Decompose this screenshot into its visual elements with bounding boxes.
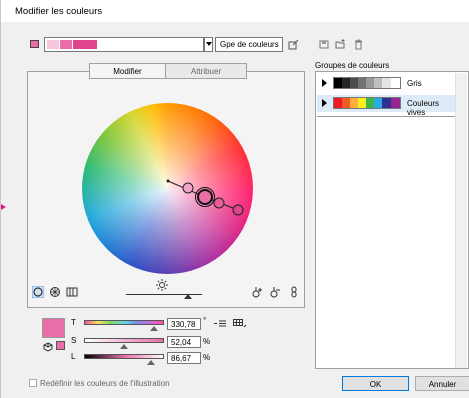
save-group-icon[interactable] xyxy=(288,39,299,50)
saturation-slider-thumb[interactable] xyxy=(120,344,128,349)
out-of-gamut-swatch[interactable] xyxy=(56,341,65,350)
add-color-tool-icon[interactable] xyxy=(251,286,263,298)
ok-button[interactable]: OK xyxy=(342,376,409,391)
brightness-icon xyxy=(156,279,168,291)
smooth-wheel-icon[interactable] xyxy=(31,285,45,299)
group-swatch-strip xyxy=(333,97,401,109)
group-swatch-strip xyxy=(333,77,401,89)
color-groups-list: Gris Couleurs vives xyxy=(315,71,469,369)
active-color-swatch[interactable] xyxy=(30,40,39,48)
group-dropdown-button[interactable] xyxy=(204,37,213,52)
link-harmony-icon[interactable] xyxy=(288,286,300,298)
expand-arrow-icon[interactable] xyxy=(322,99,327,107)
l-label: L xyxy=(71,352,76,361)
list-scrollbar[interactable] xyxy=(455,73,467,368)
current-color-preview xyxy=(42,318,65,338)
brightness-value-slider[interactable] xyxy=(84,354,164,359)
t-label: T xyxy=(71,318,76,327)
brightness-value-field[interactable]: 86,67 xyxy=(167,352,201,364)
hue-unit: ° xyxy=(203,316,207,325)
group-color-cell[interactable] xyxy=(47,40,59,49)
group-color-cell[interactable] xyxy=(60,40,72,49)
list-divider xyxy=(317,116,455,117)
brightness-unit: % xyxy=(203,353,211,362)
title-bar: Modifier les couleurs xyxy=(1,0,469,22)
segmented-wheel-icon[interactable] xyxy=(49,286,61,298)
color-groups-title: Groupes de couleurs xyxy=(315,61,390,70)
saturation-slider[interactable] xyxy=(84,338,164,343)
hue-value-field[interactable]: 330,78 xyxy=(167,318,201,330)
chevron-down-icon xyxy=(206,42,212,46)
trash-icon[interactable] xyxy=(353,39,364,50)
hue-slider[interactable] xyxy=(84,320,164,325)
group-color-cell[interactable] xyxy=(73,40,97,49)
group-name: Gris xyxy=(407,79,422,88)
preview-fill xyxy=(43,319,64,337)
group-name: Couleurs vives xyxy=(407,99,440,117)
saturation-value-field[interactable]: 52,04 xyxy=(167,336,201,348)
remove-color-tool-icon[interactable] xyxy=(269,286,281,298)
group-name-field[interactable]: Gpe de couleurs xyxy=(215,37,283,52)
color-mode-icon[interactable] xyxy=(43,342,53,352)
brightness-value-slider-thumb[interactable] xyxy=(147,360,155,365)
recolor-label: Redéfinir les couleurs de l'illustration xyxy=(40,379,170,388)
new-group-icon[interactable] xyxy=(335,39,346,50)
tab-modifier[interactable]: Modifier xyxy=(90,64,166,78)
color-table-icon[interactable] xyxy=(233,319,247,328)
color-group-row-vives[interactable]: Couleurs vives xyxy=(317,95,457,117)
hue-slider-thumb[interactable] xyxy=(150,326,158,331)
marker-arrow-icon xyxy=(1,204,6,210)
color-adjust-menu-icon[interactable] xyxy=(214,319,226,328)
brightness-slider-thumb[interactable] xyxy=(184,294,192,299)
recolor-checkbox[interactable] xyxy=(29,379,37,387)
tab-bar: Modifier Attribuer xyxy=(89,63,247,79)
saturation-unit: % xyxy=(203,337,211,346)
recolor-dialog: Modifier les couleurs Gpe de couleurs Mo… xyxy=(0,0,469,398)
color-group-bar[interactable] xyxy=(44,37,204,52)
tab-attribuer[interactable]: Attribuer xyxy=(166,64,246,78)
cancel-button[interactable]: Annuler xyxy=(415,376,469,391)
window-title: Modifier les couleurs xyxy=(15,6,103,17)
color-bars-icon[interactable] xyxy=(66,286,78,298)
color-wheel[interactable] xyxy=(82,103,253,274)
save-changes-icon[interactable] xyxy=(319,39,330,50)
color-group-row-gris[interactable]: Gris xyxy=(317,75,457,92)
expand-arrow-icon[interactable] xyxy=(322,79,327,87)
s-label: S xyxy=(71,336,77,345)
